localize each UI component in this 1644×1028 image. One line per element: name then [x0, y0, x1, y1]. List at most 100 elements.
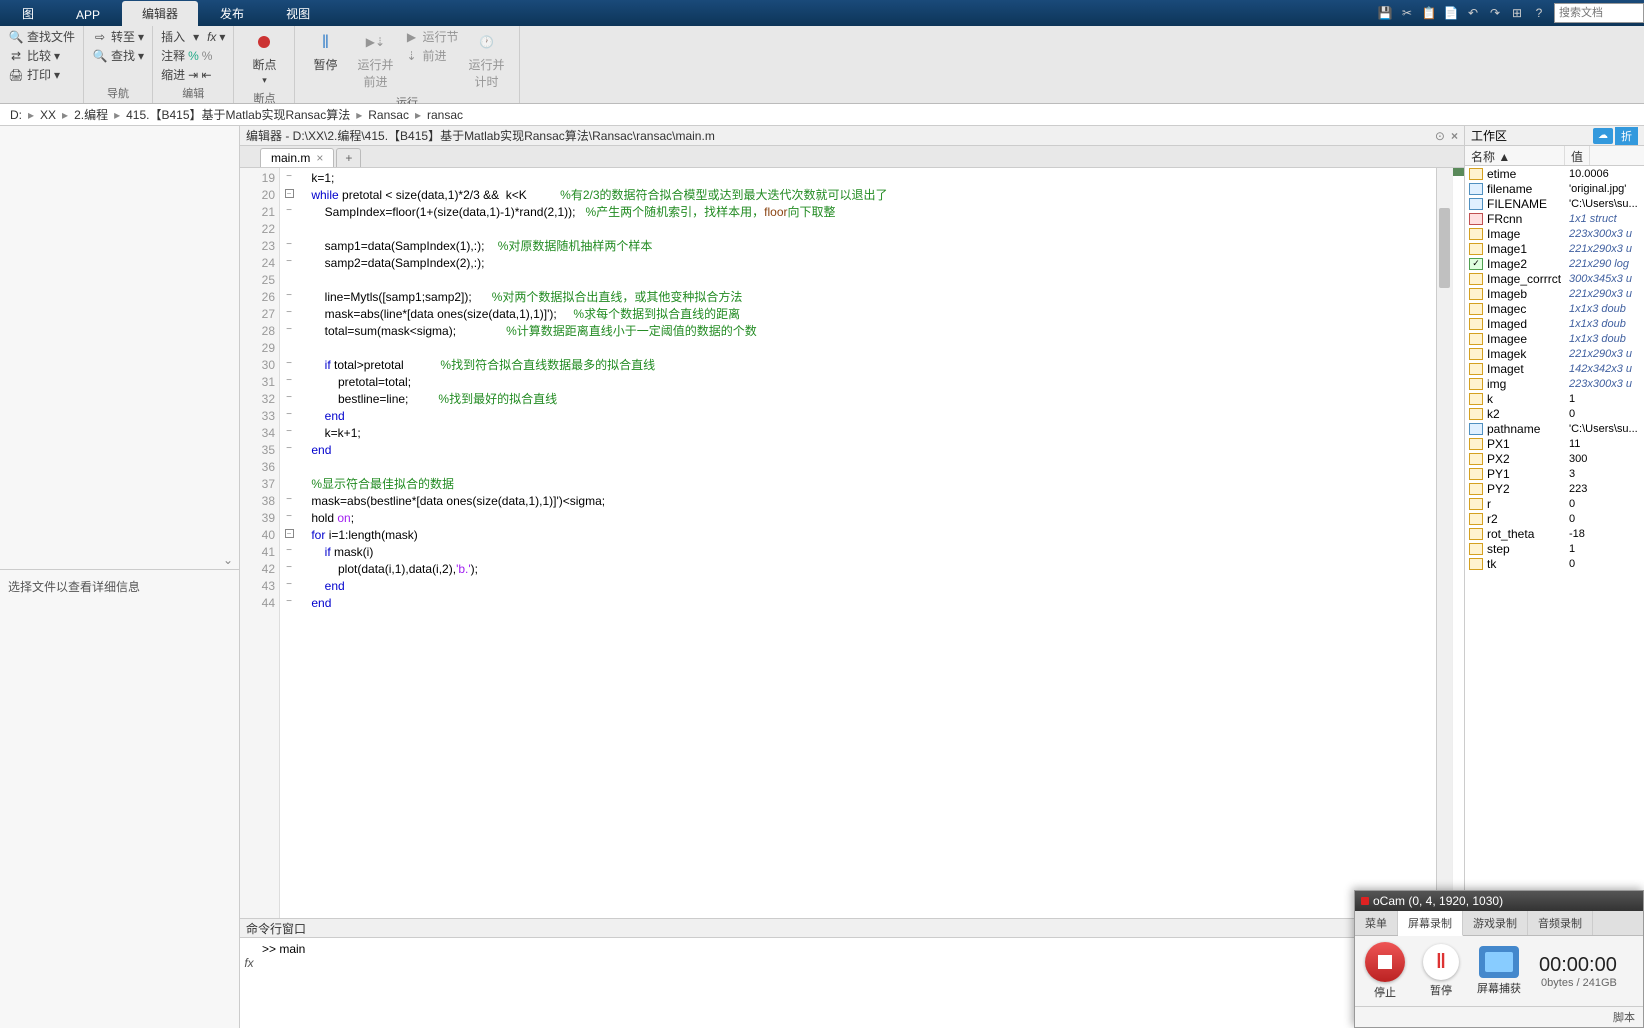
workspace-var-row[interactable]: pathname'C:\Users\su... — [1465, 421, 1644, 436]
copy-icon[interactable]: 📋 — [1418, 2, 1440, 24]
ocam-window[interactable]: oCam (0, 4, 1920, 1030) 菜单 屏幕录制 游戏录制 音频录… — [1354, 890, 1644, 1028]
var-type-icon: ✓ — [1469, 258, 1483, 270]
search-docs-input[interactable] — [1554, 3, 1644, 23]
col-name-header[interactable]: 名称 ▲ — [1465, 146, 1565, 165]
editor-close-icon[interactable]: × — [1451, 129, 1458, 143]
workspace-var-row[interactable]: r20 — [1465, 511, 1644, 526]
help-icon[interactable]: ? — [1528, 2, 1550, 24]
workspace-var-row[interactable]: k1 — [1465, 391, 1644, 406]
goto-button[interactable]: ⇨转至 ▾ — [92, 28, 144, 45]
paste-icon[interactable]: 📄 — [1440, 2, 1462, 24]
breadcrumb-item[interactable]: Ransac — [364, 108, 413, 122]
workspace-var-row[interactable]: Image_corrrct300x345x3 u — [1465, 271, 1644, 286]
breadcrumb-item[interactable]: ransac — [423, 108, 467, 122]
redo-icon[interactable]: ↷ — [1484, 2, 1506, 24]
ocam-capture-button[interactable]: 屏幕捕获 — [1477, 946, 1521, 996]
undo-icon[interactable]: ↶ — [1462, 2, 1484, 24]
col-value-header[interactable]: 值 — [1565, 146, 1590, 165]
ocam-tab-menu[interactable]: 菜单 — [1355, 911, 1398, 935]
workspace-var-row[interactable]: k20 — [1465, 406, 1644, 421]
breakpoint-button[interactable]: 断点 ▾ — [242, 28, 286, 88]
workspace-var-row[interactable]: PY2223 — [1465, 481, 1644, 496]
editor-scrollbar[interactable] — [1436, 168, 1452, 918]
workspace-var-row[interactable]: PX2300 — [1465, 451, 1644, 466]
var-type-icon — [1469, 333, 1483, 345]
breadcrumb: D:▸ XX▸ 2.编程▸ 415.【B415】基于Matlab实现Ransac… — [0, 104, 1644, 126]
workspace-var-row[interactable]: Imaged1x1x3 doub — [1465, 316, 1644, 331]
workspace-var-row[interactable]: FRcnn1x1 struct — [1465, 211, 1644, 226]
workspace-var-row[interactable]: FILENAME'C:\Users\su... — [1465, 196, 1644, 211]
tab-app[interactable]: APP — [56, 4, 120, 26]
workspace-var-row[interactable]: Imagek221x290x3 u — [1465, 346, 1644, 361]
command-window-header: 命令行窗口 ⊙ — [240, 918, 1464, 938]
workspace-var-row[interactable]: rot_theta-18 — [1465, 526, 1644, 541]
code-area[interactable]: k=1; while pretotal < size(data,1)*2/3 &… — [298, 168, 1436, 918]
print-button[interactable]: 🖨打印 ▾ — [8, 66, 75, 83]
scrollbar-thumb[interactable] — [1439, 208, 1450, 288]
indent-button[interactable]: 缩进 ⇥ ⇤ — [161, 66, 225, 83]
compare-button[interactable]: ⇄比较 ▾ — [8, 47, 75, 64]
breadcrumb-item[interactable]: 415.【B415】基于Matlab实现Ransac算法 — [122, 106, 354, 123]
ocam-pause-button[interactable]: ‖ 暂停 — [1423, 944, 1459, 998]
quick-access-toolbar: 💾 ✂ 📋 📄 ↶ ↷ ⊞ ? — [1374, 0, 1644, 26]
tab-figure[interactable]: 图 — [2, 1, 54, 26]
var-type-icon — [1469, 408, 1483, 420]
workspace-var-row[interactable]: Imagee1x1x3 doub — [1465, 331, 1644, 346]
command-text[interactable]: >> main — [258, 938, 1464, 1028]
var-type-icon — [1469, 423, 1483, 435]
workspace-expand-button[interactable]: 折 — [1615, 127, 1638, 145]
editor-body[interactable]: 1920212223242526272829303132333435363738… — [240, 168, 1464, 918]
run-time-button[interactable]: 🕐 运行并 计时 — [462, 28, 510, 92]
breadcrumb-item[interactable]: D: — [6, 108, 26, 122]
breadcrumb-item[interactable]: 2.编程 — [70, 106, 112, 123]
editor-gear-icon[interactable]: ⊙ — [1435, 129, 1445, 143]
run-section-button[interactable]: ▶运行节 — [403, 28, 458, 45]
workspace-var-row[interactable]: etime10.0006 — [1465, 166, 1644, 181]
folder-list[interactable]: ⌄ — [0, 126, 239, 570]
command-window[interactable]: fx >> main — [240, 938, 1464, 1028]
workspace-var-row[interactable]: tk0 — [1465, 556, 1644, 571]
workspace-var-row[interactable]: r0 — [1465, 496, 1644, 511]
tab-view[interactable]: 视图 — [266, 1, 330, 26]
workspace-var-row[interactable]: PY13 — [1465, 466, 1644, 481]
file-tab-main[interactable]: main.m × — [260, 148, 334, 167]
ocam-tab-screen[interactable]: 屏幕录制 — [1398, 911, 1463, 936]
ocam-footer: 脚本 — [1355, 1006, 1643, 1027]
workspace-var-row[interactable]: PX111 — [1465, 436, 1644, 451]
workspace-var-row[interactable]: step1 — [1465, 541, 1644, 556]
breadcrumb-item[interactable]: XX — [36, 108, 60, 122]
advance-button[interactable]: ⇣前进 — [403, 47, 458, 64]
workspace-var-row[interactable]: filename'original.jpg' — [1465, 181, 1644, 196]
cut-icon[interactable]: ✂ — [1396, 2, 1418, 24]
ocam-stop-button[interactable]: 停止 — [1365, 942, 1405, 1000]
add-tab-button[interactable]: + — [336, 148, 361, 167]
save-icon[interactable]: 💾 — [1374, 2, 1396, 24]
advance-icon: ⇣ — [403, 48, 419, 64]
find-files-icon: 🔍 — [8, 29, 24, 45]
cloud-icon[interactable]: ☁ — [1593, 128, 1613, 144]
close-tab-icon[interactable]: × — [316, 151, 323, 165]
pause-button[interactable]: ‖ 暂停 — [303, 28, 347, 75]
tab-editor[interactable]: 编辑器 — [122, 1, 198, 26]
run-advance-button[interactable]: ▶⇣ 运行并 前进 — [351, 28, 399, 92]
goto-icon: ⇨ — [92, 29, 108, 45]
workspace-var-row[interactable]: ✓Image2221x290 log — [1465, 256, 1644, 271]
tab-publish[interactable]: 发布 — [200, 1, 264, 26]
comment-button[interactable]: 注释 % % — [161, 47, 225, 64]
workspace-var-row[interactable]: Image223x300x3 u — [1465, 226, 1644, 241]
workspace-var-row[interactable]: Imaget142x342x3 u — [1465, 361, 1644, 376]
ocam-tab-audio[interactable]: 音频录制 — [1528, 911, 1593, 935]
ocam-time: 00:00:00 — [1539, 954, 1617, 977]
workspace-var-row[interactable]: Imagec1x1x3 doub — [1465, 301, 1644, 316]
expand-icon[interactable]: ⌄ — [223, 553, 233, 567]
fx-icon[interactable]: fx — [240, 938, 258, 1028]
workspace-var-row[interactable]: Image1221x290x3 u — [1465, 241, 1644, 256]
ocam-tab-game[interactable]: 游戏录制 — [1463, 911, 1528, 935]
window-icon[interactable]: ⊞ — [1506, 2, 1528, 24]
find-files-button[interactable]: 🔍查找文件 — [8, 28, 75, 45]
insert-button[interactable]: 插入 ▾ fx ▾ — [161, 28, 225, 45]
find-button[interactable]: 🔍查找 ▾ — [92, 47, 144, 64]
workspace-var-row[interactable]: img223x300x3 u — [1465, 376, 1644, 391]
workspace-var-row[interactable]: Imageb221x290x3 u — [1465, 286, 1644, 301]
ocam-titlebar[interactable]: oCam (0, 4, 1920, 1030) — [1355, 891, 1643, 911]
